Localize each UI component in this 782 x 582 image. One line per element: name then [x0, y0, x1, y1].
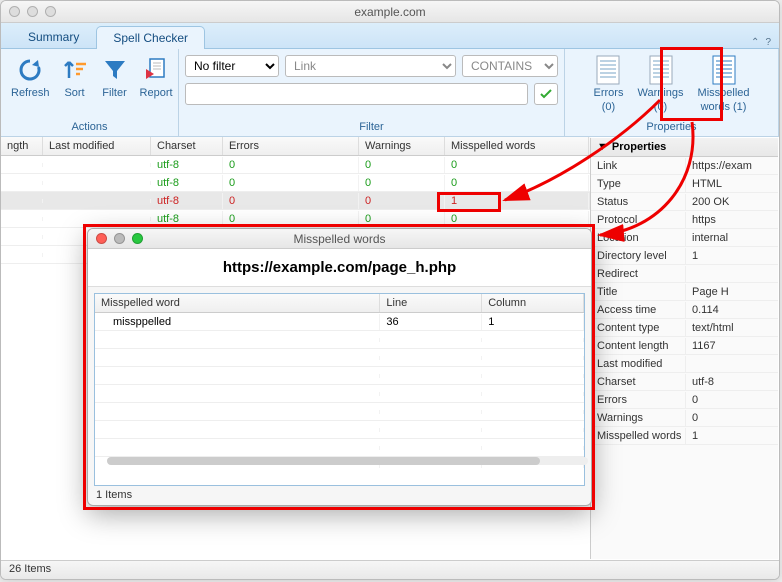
errors-button[interactable]: Errors (0): [589, 53, 627, 115]
warnings-button[interactable]: Warnings (0): [633, 53, 687, 115]
property-row: Last modified: [591, 355, 778, 373]
property-row: Content typetext/html: [591, 319, 778, 337]
filter-caption: Filter: [179, 119, 564, 136]
property-row: Content length1167: [591, 337, 778, 355]
table-row[interactable]: utf-8000: [1, 174, 591, 192]
properties-panel: ▼ Properties Linkhttps://examTypeHTMLSta…: [590, 138, 778, 559]
property-row: Directory level1: [591, 247, 778, 265]
zoom-icon[interactable]: [45, 6, 56, 17]
col-column[interactable]: Column: [482, 294, 584, 312]
misspelled-table: Misspelled word Line Column missppelled3…: [94, 293, 585, 486]
tab-spell-checker[interactable]: Spell Checker: [96, 26, 205, 49]
table-row[interactable]: utf-8000: [1, 156, 591, 174]
property-row: Protocolhttps: [591, 211, 778, 229]
property-row: Charsetutf-8: [591, 373, 778, 391]
property-row: Locationinternal: [591, 229, 778, 247]
window-title: example.com: [354, 5, 425, 19]
close-icon[interactable]: [96, 233, 107, 244]
properties-caption: Properties: [565, 119, 778, 136]
property-row: TitlePage H: [591, 283, 778, 301]
filter-icon: [100, 55, 130, 85]
table-row[interactable]: missppelled361: [95, 313, 584, 331]
help-icon[interactable]: ?: [765, 37, 771, 48]
refresh-icon: [15, 55, 45, 85]
dialog-url: https://example.com/page_h.php: [88, 249, 591, 287]
check-icon: [539, 87, 553, 101]
toolbar: Refresh Sort Filter Report Actions: [1, 49, 779, 137]
filter-apply-button[interactable]: [534, 83, 558, 105]
close-icon[interactable]: [9, 6, 20, 17]
collapse-icon[interactable]: ⌃: [751, 37, 759, 48]
property-row: Warnings0: [591, 409, 778, 427]
tabbar: Summary Spell Checker ⌃ ?: [1, 23, 779, 49]
misspelled-button[interactable]: Misspelled words (1): [694, 53, 754, 115]
property-row: TypeHTML: [591, 175, 778, 193]
filter-operator-select[interactable]: CONTAINS: [462, 55, 558, 77]
filter-text-input[interactable]: [185, 83, 528, 105]
scrollbar[interactable]: [107, 457, 588, 465]
disclosure-icon: ▼: [597, 141, 608, 153]
refresh-button[interactable]: Refresh: [7, 53, 54, 101]
col-misspelled[interactable]: Misspelled words: [445, 137, 589, 155]
document-icon: [709, 55, 739, 85]
zoom-icon[interactable]: [132, 233, 143, 244]
filter-button[interactable]: Filter: [96, 53, 134, 101]
report-button[interactable]: Report: [136, 53, 177, 101]
property-row: Linkhttps://exam: [591, 157, 778, 175]
col-ngth[interactable]: ngth: [1, 137, 43, 155]
property-row: Access time0.114: [591, 301, 778, 319]
dialog-title: Misspelled words: [293, 232, 385, 246]
misspelled-words-dialog: Misspelled words https://example.com/pag…: [87, 228, 592, 506]
property-row: Redirect: [591, 265, 778, 283]
col-charset[interactable]: Charset: [151, 137, 223, 155]
tab-summary[interactable]: Summary: [11, 25, 96, 48]
sort-icon: [60, 55, 90, 85]
col-warnings[interactable]: Warnings: [359, 137, 445, 155]
filter-field-select[interactable]: Link: [285, 55, 456, 77]
col-errors[interactable]: Errors: [223, 137, 359, 155]
document-icon: [646, 55, 676, 85]
actions-caption: Actions: [1, 119, 178, 136]
col-lastmodified[interactable]: Last modified: [43, 137, 151, 155]
report-icon: [141, 55, 171, 85]
minimize-icon[interactable]: [114, 233, 125, 244]
statusbar: 26 Items: [1, 560, 779, 579]
property-row: Status200 OK: [591, 193, 778, 211]
col-line[interactable]: Line: [380, 294, 482, 312]
dialog-footer: 1 Items: [96, 489, 132, 501]
minimize-icon[interactable]: [27, 6, 38, 17]
properties-header[interactable]: ▼ Properties: [591, 138, 778, 157]
sort-button[interactable]: Sort: [56, 53, 94, 101]
col-word[interactable]: Misspelled word: [95, 294, 380, 312]
document-icon: [593, 55, 623, 85]
property-row: Misspelled words1: [591, 427, 778, 445]
property-row: Errors0: [591, 391, 778, 409]
titlebar: example.com: [1, 1, 779, 23]
filter-preset-select[interactable]: No filter: [185, 55, 279, 77]
table-row[interactable]: utf-8001: [1, 192, 591, 210]
table-row[interactable]: utf-8000: [1, 210, 591, 228]
